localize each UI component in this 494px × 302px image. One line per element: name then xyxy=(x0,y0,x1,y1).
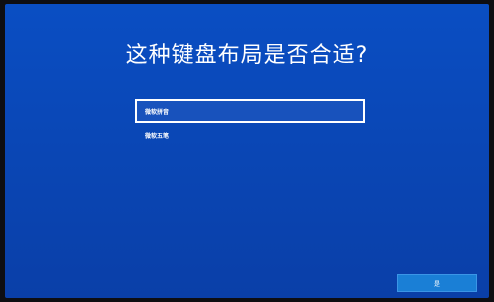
layout-option-microsoft-wubi[interactable]: 微软五笔 xyxy=(135,123,365,147)
keyboard-layout-list: 微软拼音 微软五笔 xyxy=(135,99,365,147)
yes-button-label: 是 xyxy=(433,280,440,288)
layout-option-label: 微软拼音 xyxy=(145,108,170,116)
layout-option-microsoft-pinyin[interactable]: 微软拼音 xyxy=(135,99,365,123)
layout-option-label: 微软五笔 xyxy=(145,132,170,140)
setup-screen: 这种键盘布局是否合适? 微软拼音 微软五笔 是 xyxy=(5,4,489,298)
page-title: 这种键盘布局是否合适? xyxy=(125,43,369,68)
yes-button[interactable]: 是 xyxy=(397,274,477,292)
